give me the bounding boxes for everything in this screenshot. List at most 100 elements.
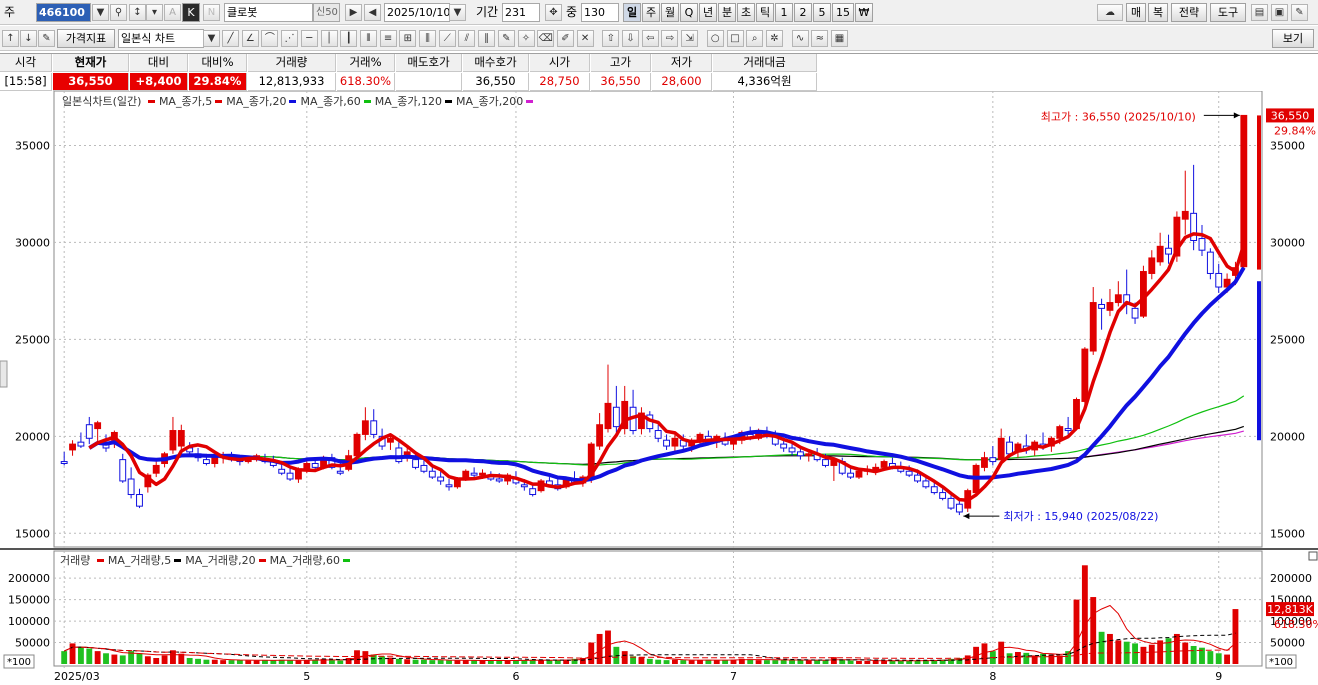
volume-bar <box>454 660 461 664</box>
vline-tool-icon[interactable]: │ <box>320 30 338 47</box>
edit-icon[interactable]: ✎ <box>38 30 55 47</box>
period-button[interactable]: 2 <box>794 3 812 22</box>
zoom-tool-icon[interactable]: ⌕ <box>746 30 764 47</box>
parallel-tool-icon[interactable]: ∥ <box>478 30 496 47</box>
chart-type-select[interactable]: 일본식 차트 <box>118 29 204 48</box>
table-tool-icon[interactable]: ⊞ <box>399 30 417 47</box>
quote-value-current-price: 36,550 <box>53 73 129 91</box>
period-button[interactable]: 년 <box>699 3 717 22</box>
chart-type-dropdown-icon[interactable]: ▼ <box>203 30 220 47</box>
pencil-tool-icon[interactable]: ✎ <box>497 30 515 47</box>
price-legend-item: MA_종가,120 <box>361 95 442 108</box>
period-button[interactable]: 15 <box>832 3 854 22</box>
stock-chart[interactable]: 15000 15000 20000 20000 25000 25000 30000 30000… <box>0 91 1318 685</box>
search-icon[interactable]: ⚲ <box>110 4 127 21</box>
sort-icon[interactable]: ↕ <box>129 4 146 21</box>
sort-dropdown-icon[interactable]: ▾ <box>146 4 163 21</box>
wave-tool-icon[interactable]: ∿ <box>791 30 809 47</box>
trend-tool-icon[interactable]: ⟋ <box>438 30 456 47</box>
up-nav-icon[interactable]: ⇧ <box>602 30 620 47</box>
price-indicator-button[interactable]: 가격지표 <box>57 29 115 48</box>
up-arrow-icon[interactable]: ↑ <box>2 30 19 47</box>
magic-tool-icon[interactable]: ✧ <box>517 30 535 47</box>
volume-bar <box>638 657 645 664</box>
strategy-button[interactable]: 전략 <box>1171 3 1207 22</box>
quote-header-high: 고가 <box>591 54 651 72</box>
fib-tool-icon[interactable]: ≡ <box>379 30 397 47</box>
zoom-input[interactable]: 130 <box>581 3 619 22</box>
candle-body <box>211 457 219 464</box>
page-nav-icon[interactable]: ⇲ <box>681 30 699 47</box>
arc-tool-icon[interactable]: ⌒ <box>261 30 279 47</box>
grid-tool-icon[interactable]: ┃ <box>340 30 358 47</box>
buy-sell-button[interactable]: 매 <box>1126 3 1146 22</box>
play-back-icon[interactable]: ◀ <box>364 4 381 21</box>
hline-tool-icon[interactable]: ─ <box>300 30 318 47</box>
k-toggle-button[interactable]: K <box>182 3 200 22</box>
volume-bar <box>153 657 160 664</box>
multi-button[interactable]: 복 <box>1148 3 1168 22</box>
zoom-label: 중 <box>566 5 578 19</box>
rect-tool-icon[interactable]: □ <box>726 30 744 47</box>
price-legend-item: MA_종가,5 <box>145 95 212 108</box>
period-button[interactable]: 분 <box>718 3 736 22</box>
period-button[interactable]: 월 <box>661 3 679 22</box>
down-arrow-icon[interactable]: ↓ <box>20 30 37 47</box>
left-nav-icon[interactable]: ⇦ <box>641 30 659 47</box>
period-button[interactable]: 1 <box>775 3 793 22</box>
right-nav-icon[interactable]: ⇨ <box>661 30 679 47</box>
play-forward-icon[interactable]: ▶ <box>345 4 362 21</box>
down-nav-icon[interactable]: ⇩ <box>622 30 639 47</box>
view-button[interactable]: 보기 <box>1272 29 1314 48</box>
folder-icon[interactable]: ▤ <box>1251 4 1268 21</box>
save-icon[interactable]: ▣ <box>1271 4 1288 21</box>
image-tool-icon[interactable]: ▦ <box>831 30 848 47</box>
time-tick-label: 7 <box>730 670 737 683</box>
gear-tool-icon[interactable]: ✲ <box>765 30 783 47</box>
period-button[interactable]: 초 <box>737 3 755 22</box>
volume-tick-label-left: 200000 <box>8 572 50 585</box>
time-tick-label: 5 <box>303 670 310 683</box>
code-dropdown-arrow-icon[interactable]: ▼ <box>92 4 109 21</box>
angle-tool-icon[interactable]: ∠ <box>241 30 259 47</box>
delete-tool-icon[interactable]: ✕ <box>576 30 594 47</box>
candle-body <box>930 486 938 494</box>
time-tick-label: 6 <box>512 670 519 683</box>
candle-body <box>119 459 127 482</box>
candle-body <box>1206 251 1214 274</box>
fan-tool-icon[interactable]: ⋰ <box>281 30 299 47</box>
period-input[interactable]: 231 <box>502 3 540 22</box>
volume-bar <box>161 655 168 664</box>
volume-tick-label-right: 200000 <box>1270 572 1312 585</box>
n-toggle-icon[interactable]: N <box>203 4 220 21</box>
candle-body <box>286 472 294 480</box>
period-button[interactable]: 틱 <box>756 3 774 22</box>
volume-bar <box>1115 640 1122 664</box>
period-button[interactable]: 5 <box>813 3 831 22</box>
chart-canvas[interactable]: 15000 15000 20000 20000 25000 25000 30000 30000… <box>0 91 1318 685</box>
line-tool-icon[interactable]: ╱ <box>222 30 239 47</box>
period-button[interactable]: 주 <box>642 3 660 22</box>
date-input[interactable]: 2025/10/10 <box>384 3 450 22</box>
a-toggle-icon[interactable]: A <box>164 4 181 21</box>
note-tool-icon[interactable]: ✐ <box>556 30 574 47</box>
eraser-tool-icon[interactable]: ⌫ <box>537 30 555 47</box>
sine-tool-icon[interactable]: ≈ <box>811 30 829 47</box>
bars-tool-icon[interactable]: ⦀ <box>359 30 377 47</box>
calendar-dropdown-icon[interactable]: ▼ <box>449 4 466 21</box>
period-button[interactable]: ₩ <box>855 3 873 22</box>
stock-code-input[interactable]: 466100 <box>36 3 91 22</box>
candle-body <box>1198 238 1206 251</box>
period-button[interactable]: 일 <box>623 3 641 22</box>
settings-icon[interactable]: ✎ <box>1291 4 1308 21</box>
quote-value-volume: 12,813,933 <box>248 73 336 91</box>
channel-tool-icon[interactable]: ⫽ <box>458 30 476 47</box>
circle-tool-icon[interactable]: ○ <box>706 30 724 47</box>
zoom-icon[interactable]: ✥ <box>545 4 562 21</box>
cloud-icon[interactable]: ☁ <box>1097 4 1123 21</box>
period-button[interactable]: Q <box>680 3 698 22</box>
cycle-tool-icon[interactable]: ⫼ <box>419 30 436 47</box>
candle-body <box>663 439 670 447</box>
tools-button[interactable]: 도구 <box>1210 3 1246 22</box>
stock-name-input[interactable]: 클로봇 <box>224 3 313 22</box>
